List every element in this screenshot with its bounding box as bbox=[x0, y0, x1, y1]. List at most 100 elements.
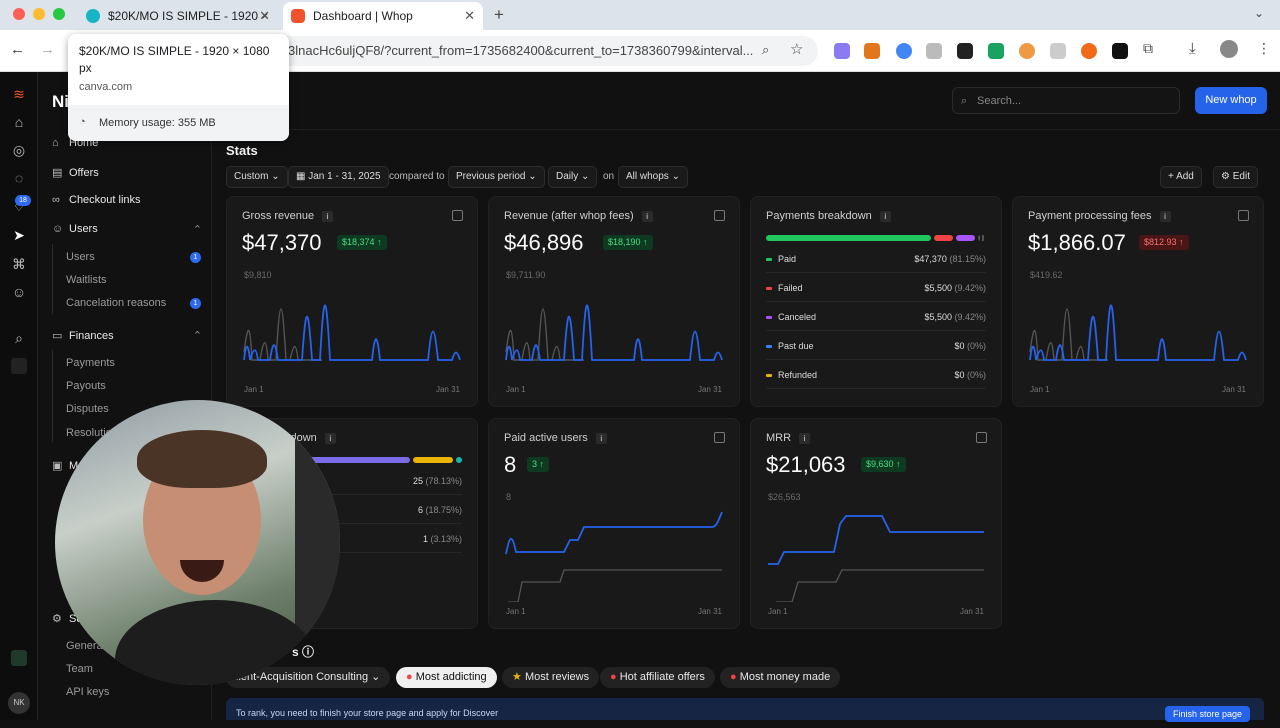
close-tab-icon[interactable]: ✕ bbox=[259, 8, 270, 24]
tools-icon[interactable]: ⌘ bbox=[11, 256, 27, 272]
info-icon[interactable]: i bbox=[322, 211, 334, 222]
extension-sheet-icon[interactable] bbox=[988, 43, 1004, 59]
card-title: Payment processing fees i bbox=[1028, 210, 1171, 222]
extension-chrome-icon[interactable] bbox=[896, 43, 912, 59]
chevron-up-icon: ⌃ bbox=[192, 330, 202, 342]
y-max-label: $9,810 bbox=[244, 270, 272, 280]
sidebar-subitem-payments[interactable]: Payments bbox=[66, 357, 115, 369]
bookmark-star-icon[interactable]: ☆ bbox=[790, 40, 803, 58]
extension-screenshot-icon[interactable] bbox=[957, 43, 973, 59]
tab-whop-dashboard[interactable]: Dashboard | Whop ✕ bbox=[283, 2, 483, 30]
back-icon[interactable]: ← bbox=[10, 41, 25, 58]
close-window-button[interactable] bbox=[13, 8, 25, 20]
range-value: Custom bbox=[234, 171, 269, 182]
new-tab-button[interactable]: + bbox=[494, 5, 504, 25]
zoom-window-button[interactable] bbox=[53, 8, 65, 20]
sidebar-subitem-users[interactable]: Users bbox=[66, 251, 95, 263]
chip-hot-affiliate-offers[interactable]: ● Hot affiliate offers bbox=[600, 667, 715, 688]
sidebar-subitem-cancelation-reasons[interactable]: Cancelation reasons bbox=[66, 297, 166, 309]
extension-cloud-icon[interactable] bbox=[834, 43, 850, 59]
sidebar-item-users[interactable]: ☺ Users ⌃ bbox=[52, 223, 202, 236]
comparison-period-select[interactable]: Previous period ⌄ bbox=[448, 166, 545, 188]
extension-color-icon[interactable] bbox=[1019, 43, 1035, 59]
search-input[interactable]: ⌕ Search... bbox=[952, 87, 1180, 114]
add-widget-button[interactable]: + Add bbox=[1160, 166, 1202, 188]
users-count-badge: 1 bbox=[190, 252, 201, 263]
metamask-fox-icon[interactable] bbox=[864, 43, 880, 59]
open-external-icon[interactable] bbox=[714, 432, 725, 443]
sidebar-subitem-disputes[interactable]: Disputes bbox=[66, 403, 109, 415]
x-end-label: Jan 31 bbox=[959, 607, 984, 616]
offers-icon: ▤ bbox=[52, 167, 63, 179]
tab-search-icon[interactable]: ⌄ bbox=[1254, 6, 1264, 20]
date-range-picker[interactable]: ▦ Jan 1 - 31, 2025 bbox=[288, 166, 389, 188]
info-icon[interactable]: i bbox=[879, 211, 891, 222]
chevron-down-icon: ⌄ bbox=[581, 171, 590, 182]
chip-most-addicting[interactable]: ● Most addicting bbox=[396, 667, 497, 688]
new-whop-button[interactable]: New whop bbox=[1195, 87, 1267, 114]
sidebar-item-offers[interactable]: ▤ Offers bbox=[52, 166, 99, 180]
person-shirt bbox=[115, 600, 315, 685]
zoom-lens-icon[interactable]: ⌕ bbox=[762, 42, 769, 58]
chevron-down-icon: ⌄ bbox=[271, 171, 280, 182]
minimize-window-button[interactable] bbox=[33, 8, 45, 20]
info-icon[interactable]: i bbox=[641, 211, 653, 222]
open-external-icon[interactable] bbox=[976, 432, 987, 443]
sidebar-item-label: Users bbox=[69, 223, 98, 235]
whops-select[interactable]: All whops ⌄ bbox=[618, 166, 688, 188]
profile-icon[interactable]: ☺ bbox=[11, 284, 27, 300]
search-icon[interactable]: ⌕ bbox=[11, 330, 27, 346]
refunded-dot bbox=[766, 374, 772, 378]
home-icon[interactable]: ⌂ bbox=[11, 114, 27, 130]
empty-bar-segment bbox=[978, 235, 986, 241]
sidebar-item-checkout-links[interactable]: ∞ Checkout links bbox=[52, 194, 141, 206]
extension-orange-icon[interactable] bbox=[1081, 43, 1097, 59]
close-tab-icon[interactable]: ✕ bbox=[464, 8, 475, 24]
downloads-icon[interactable]: ⤓ bbox=[1189, 40, 1196, 57]
extension-grid-icon[interactable] bbox=[926, 43, 942, 59]
settings-icon: ⚙ bbox=[52, 613, 62, 625]
flame-icon: ● bbox=[730, 671, 737, 683]
compass-icon[interactable]: ◎ bbox=[11, 142, 27, 158]
open-external-icon[interactable] bbox=[452, 210, 463, 221]
tab-title: Dashboard | Whop bbox=[313, 9, 413, 23]
extensions-puzzle-icon[interactable]: ⧉ bbox=[1143, 40, 1153, 57]
info-icon[interactable]: i bbox=[595, 433, 607, 444]
sidebar-subitem-waitlists[interactable]: Waitlists bbox=[66, 274, 107, 286]
sidebar-item-finances[interactable]: ▭ Finances ⌃ bbox=[52, 329, 202, 343]
open-external-icon[interactable] bbox=[714, 210, 725, 221]
net-revenue-chart bbox=[505, 304, 723, 361]
range-select[interactable]: Custom ⌄ bbox=[226, 166, 288, 188]
profile-avatar[interactable] bbox=[1220, 40, 1238, 58]
whop-logo-icon[interactable]: ≋ bbox=[11, 86, 27, 102]
extension-pen-icon[interactable] bbox=[1050, 43, 1066, 59]
chat-icon[interactable]: ◌ bbox=[11, 170, 27, 186]
chip-most-reviews[interactable]: ★ Most reviews bbox=[502, 667, 600, 688]
sidebar-subitem-api-keys[interactable]: API keys bbox=[66, 686, 109, 698]
info-icon[interactable]: i bbox=[1159, 211, 1171, 222]
sidebar-subitem-payouts[interactable]: Payouts bbox=[66, 380, 106, 392]
forward-icon[interactable]: → bbox=[40, 41, 55, 58]
browser-menu-icon[interactable]: ⋮ bbox=[1257, 40, 1271, 57]
extension-notion-icon[interactable] bbox=[1112, 43, 1128, 59]
business-name: Ni bbox=[52, 92, 69, 111]
tab-canva[interactable]: $20K/MO IS SIMPLE - 1920 × ✕ bbox=[78, 2, 278, 30]
store-logo-icon[interactable] bbox=[11, 650, 27, 666]
tab-title: $20K/MO IS SIMPLE - 1920 × bbox=[108, 9, 269, 23]
user-avatar[interactable]: NK bbox=[8, 692, 30, 714]
x-end-label: Jan 31 bbox=[435, 385, 460, 394]
edit-dashboard-button[interactable]: ⚙ Edit bbox=[1213, 166, 1258, 188]
users-icon: ☺ bbox=[52, 223, 64, 235]
chip-most-money-made[interactable]: ● Most money made bbox=[720, 667, 841, 688]
app-shortcut-icon[interactable] bbox=[11, 358, 27, 374]
card-value: 8 bbox=[504, 452, 517, 477]
card-value: $46,896 bbox=[504, 230, 584, 255]
sidebar-subitem-team[interactable]: Team bbox=[66, 663, 93, 675]
canva-favicon-icon bbox=[86, 9, 100, 23]
open-external-icon[interactable] bbox=[1238, 210, 1249, 221]
info-icon[interactable]: i bbox=[799, 433, 811, 444]
rocket-icon[interactable]: ➤ bbox=[11, 227, 27, 243]
interval-select[interactable]: Daily ⌄ bbox=[548, 166, 598, 188]
star-icon: ★ bbox=[512, 671, 522, 683]
past-due-dot bbox=[766, 345, 772, 349]
